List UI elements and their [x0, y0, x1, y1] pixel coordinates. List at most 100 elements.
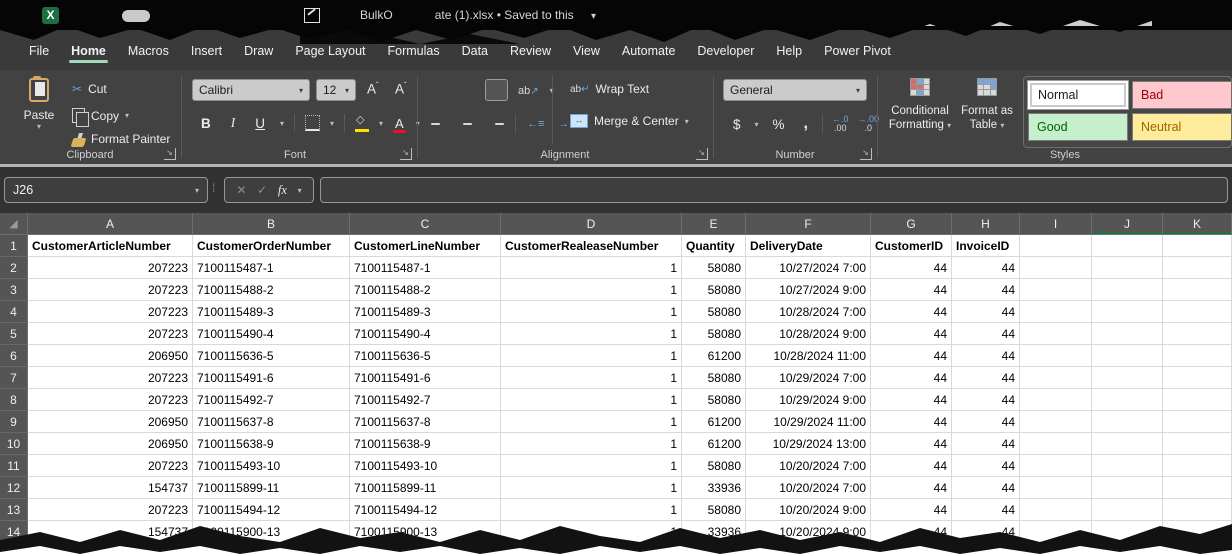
cell-H9[interactable]: 44: [952, 411, 1020, 433]
font-size-combo[interactable]: 12 ▾: [316, 79, 356, 101]
cancel-icon[interactable]: ✕: [236, 183, 246, 197]
cell-I10[interactable]: [1020, 433, 1092, 455]
cell-G12[interactable]: 44: [871, 477, 952, 499]
cell-B4[interactable]: 7100115489-3: [193, 301, 350, 323]
cell-H6[interactable]: 44: [952, 345, 1020, 367]
cell-H3[interactable]: 44: [952, 279, 1020, 301]
cell-D5[interactable]: 1: [501, 323, 682, 345]
cell-D11[interactable]: 1: [501, 455, 682, 477]
cell-H11[interactable]: 44: [952, 455, 1020, 477]
cell-G6[interactable]: 44: [871, 345, 952, 367]
select-all-corner[interactable]: ◢: [0, 213, 28, 235]
cell-J11[interactable]: [1092, 455, 1163, 477]
menu-tab-page-layout[interactable]: Page Layout: [284, 35, 376, 65]
cell-D2[interactable]: 1: [501, 257, 682, 279]
cell-B8[interactable]: 7100115492-7: [193, 389, 350, 411]
menu-tab-draw[interactable]: Draw: [233, 35, 284, 65]
cell-K1[interactable]: [1163, 235, 1232, 257]
column-header-C[interactable]: C: [350, 213, 501, 235]
cell-C14[interactable]: 7100115900-13: [350, 521, 501, 543]
cell-J7[interactable]: [1092, 367, 1163, 389]
cell-H5[interactable]: 44: [952, 323, 1020, 345]
row-header-9[interactable]: 9: [0, 411, 28, 433]
cell-A5[interactable]: 207223: [28, 323, 193, 345]
cell-B13[interactable]: 7100115494-12: [193, 499, 350, 521]
row-header-7[interactable]: 7: [0, 367, 28, 389]
row-header-1[interactable]: 1: [0, 235, 28, 257]
cell-A8[interactable]: 207223: [28, 389, 193, 411]
cell-I8[interactable]: [1020, 389, 1092, 411]
currency-format-button[interactable]: $: [728, 116, 746, 133]
cell-K14[interactable]: [1163, 521, 1232, 543]
column-header-J[interactable]: J: [1092, 213, 1163, 235]
menu-tab-help[interactable]: Help: [765, 35, 813, 65]
menu-tab-review[interactable]: Review: [499, 35, 562, 65]
cell-A9[interactable]: 206950: [28, 411, 193, 433]
cell-J13[interactable]: [1092, 499, 1163, 521]
cell-D10[interactable]: 1: [501, 433, 682, 455]
menu-tab-automate[interactable]: Automate: [611, 35, 687, 65]
cell-K2[interactable]: [1163, 257, 1232, 279]
cell-K5[interactable]: [1163, 323, 1232, 345]
cell-D14[interactable]: 1: [501, 521, 682, 543]
cell-E1[interactable]: Quantity: [682, 235, 746, 257]
increase-decimal-button[interactable]: ←.0.00: [832, 115, 849, 133]
name-box[interactable]: J26 ▾: [4, 177, 208, 203]
cell-H1[interactable]: InvoiceID: [952, 235, 1020, 257]
cell-J8[interactable]: [1092, 389, 1163, 411]
row-header-8[interactable]: 8: [0, 389, 28, 411]
align-right-button[interactable]: [486, 114, 507, 134]
font-color-icon[interactable]: A: [393, 116, 406, 131]
cell-E8[interactable]: 58080: [682, 389, 746, 411]
cell-I12[interactable]: [1020, 477, 1092, 499]
cell-F7[interactable]: 10/29/2024 7:00: [746, 367, 871, 389]
chevron-down-icon[interactable]: ▾: [298, 186, 302, 195]
cell-G2[interactable]: 44: [871, 257, 952, 279]
cell-J6[interactable]: [1092, 345, 1163, 367]
cell-B1[interactable]: CustomerOrderNumber: [193, 235, 350, 257]
row-header-11[interactable]: 11: [0, 455, 28, 477]
number-format-combo[interactable]: General ▾: [723, 79, 867, 101]
cell-E14[interactable]: 33936: [682, 521, 746, 543]
column-header-H[interactable]: H: [952, 213, 1020, 235]
clipboard-dialog-launcher-icon[interactable]: ↘: [164, 148, 176, 160]
cell-F8[interactable]: 10/29/2024 9:00: [746, 389, 871, 411]
align-center-button[interactable]: [457, 114, 478, 134]
column-header-B[interactable]: B: [193, 213, 350, 235]
paste-button[interactable]: Paste ▾: [14, 78, 64, 131]
font-dialog-launcher-icon[interactable]: ↘: [400, 148, 412, 160]
cell-C5[interactable]: 7100115490-4: [350, 323, 501, 345]
cell-B2[interactable]: 7100115487-1: [193, 257, 350, 279]
cell-style-normal[interactable]: Normal: [1028, 81, 1128, 109]
cell-H10[interactable]: 44: [952, 433, 1020, 455]
cell-B11[interactable]: 7100115493-10: [193, 455, 350, 477]
cell-J1[interactable]: [1092, 235, 1163, 257]
top-align-button[interactable]: [428, 80, 449, 100]
cell-I9[interactable]: [1020, 411, 1092, 433]
cell-H4[interactable]: 44: [952, 301, 1020, 323]
shrink-font-button[interactable]: Aˇ: [390, 80, 412, 98]
menu-tab-file[interactable]: File: [18, 35, 60, 65]
cell-B3[interactable]: 7100115488-2: [193, 279, 350, 301]
merge-center-button[interactable]: ↔ Merge & Center ▾: [570, 114, 689, 128]
middle-align-button[interactable]: [457, 80, 478, 100]
cell-J14[interactable]: [1092, 521, 1163, 543]
cell-B6[interactable]: 7100115636-5: [193, 345, 350, 367]
bold-button[interactable]: B: [196, 115, 216, 132]
row-header-3[interactable]: 3: [0, 279, 28, 301]
column-header-I[interactable]: I: [1020, 213, 1092, 235]
chevron-down-icon[interactable]: ▾: [330, 119, 334, 128]
percent-format-button[interactable]: %: [768, 116, 790, 133]
cell-F12[interactable]: 10/20/2024 7:00: [746, 477, 871, 499]
cell-K11[interactable]: [1163, 455, 1232, 477]
cell-style-bad[interactable]: Bad: [1132, 81, 1232, 109]
cell-G3[interactable]: 44: [871, 279, 952, 301]
row-header-5[interactable]: 5: [0, 323, 28, 345]
cell-E3[interactable]: 58080: [682, 279, 746, 301]
cell-K3[interactable]: [1163, 279, 1232, 301]
cell-style-neutral[interactable]: Neutral: [1132, 113, 1232, 141]
cell-F4[interactable]: 10/28/2024 7:00: [746, 301, 871, 323]
borders-icon[interactable]: [305, 115, 320, 131]
cell-D7[interactable]: 1: [501, 367, 682, 389]
cell-E13[interactable]: 58080: [682, 499, 746, 521]
